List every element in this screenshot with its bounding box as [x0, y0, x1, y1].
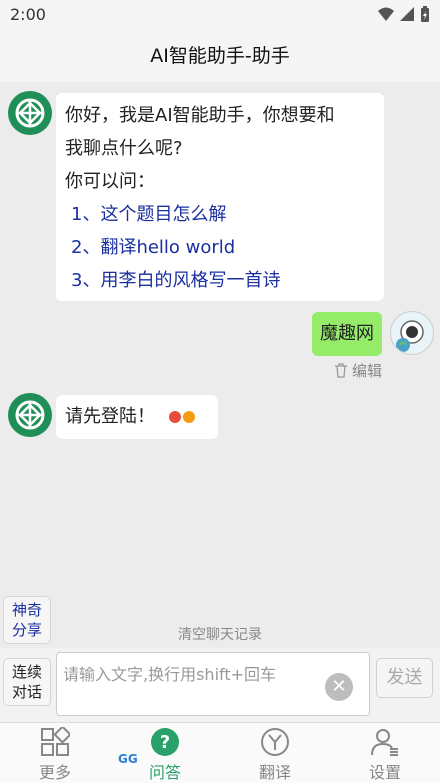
tab-translate[interactable]: 翻译 [220, 723, 330, 783]
tab-label: 更多 [38, 763, 71, 782]
input-bar: 连续 对话 请输入文字,换行用shift+回车 ✕ [0, 648, 440, 722]
ai-reply-bubble: 请先登陆！ [56, 395, 218, 439]
tab-settings[interactable]: 设置 [330, 723, 440, 783]
signal-icon [400, 7, 414, 21]
chat-area[interactable]: 你好，我是AI智能助手，你想要和 我聊点什么呢? 你可以问： 1、这个题目怎么解… [0, 82, 440, 642]
clear-input-icon[interactable]: ✕ [325, 673, 353, 701]
astronaut-icon [396, 320, 424, 352]
page-title: AI智能助手-助手 [0, 30, 440, 82]
intro-line-2: 我聊点什么呢? [65, 138, 183, 159]
loading-indicator [168, 411, 195, 423]
ai-reply-text: 请先登陆！ [65, 406, 155, 427]
grid-icon [41, 727, 70, 756]
continuous-label: 对话 [11, 683, 42, 701]
battery-icon [421, 6, 429, 22]
continuous-label: 连续 [11, 663, 42, 681]
magic-share-label: 神奇 [11, 601, 42, 619]
tab-more[interactable]: 更多 [0, 723, 110, 783]
status-bar: 2:00 [0, 0, 440, 30]
tab-label: 翻译 [258, 763, 291, 782]
svg-text:?: ? [160, 732, 170, 753]
ai-intro-bubble: 你好，我是AI智能助手，你想要和 我聊点什么呢? 你可以问： 1、这个题目怎么解… [56, 93, 384, 301]
user-avatar [390, 311, 434, 355]
send-button[interactable]: 发送 [376, 658, 433, 698]
ai-avatar [8, 91, 52, 135]
trash-icon [335, 363, 347, 378]
intro-line-3: 你可以问： [65, 171, 155, 192]
suggestion-link[interactable]: 2、翻译hello world [65, 231, 375, 264]
suggestion-link[interactable]: 3、用李白的风格写一首诗 [65, 264, 375, 297]
intro-line-1: 你好，我是AI智能助手，你想要和 [65, 105, 335, 126]
ai-logo-icon [15, 400, 45, 430]
question-icon: ? [151, 728, 179, 756]
watermark-logo: GG [118, 752, 138, 766]
clear-history-button[interactable]: 清空聊天记录 [0, 624, 440, 644]
tab-label: 设置 [368, 763, 401, 782]
edit-message-button[interactable]: 编辑 [334, 360, 382, 381]
user-message-bubble: 魔趣网 [312, 312, 382, 356]
wifi-icon [378, 7, 394, 21]
ai-avatar [8, 393, 52, 437]
translate-icon [261, 728, 289, 756]
loading-dot [182, 411, 195, 423]
status-time: 2:00 [10, 5, 46, 24]
suggestion-link[interactable]: 1、这个题目怎么解 [65, 198, 375, 231]
user-settings-icon [371, 729, 398, 756]
input-placeholder: 请输入文字,换行用shift+回车 [63, 665, 277, 684]
continuous-dialog-button[interactable]: 连续 对话 [3, 658, 51, 706]
tab-bar: 更多 ? 问答 翻译 设置 [0, 722, 440, 783]
loading-dot [168, 411, 181, 423]
system-icons [378, 6, 430, 22]
edit-label: 编辑 [352, 362, 383, 380]
ai-logo-icon [15, 98, 45, 128]
message-input[interactable]: 请输入文字,换行用shift+回车 ✕ [56, 652, 370, 716]
